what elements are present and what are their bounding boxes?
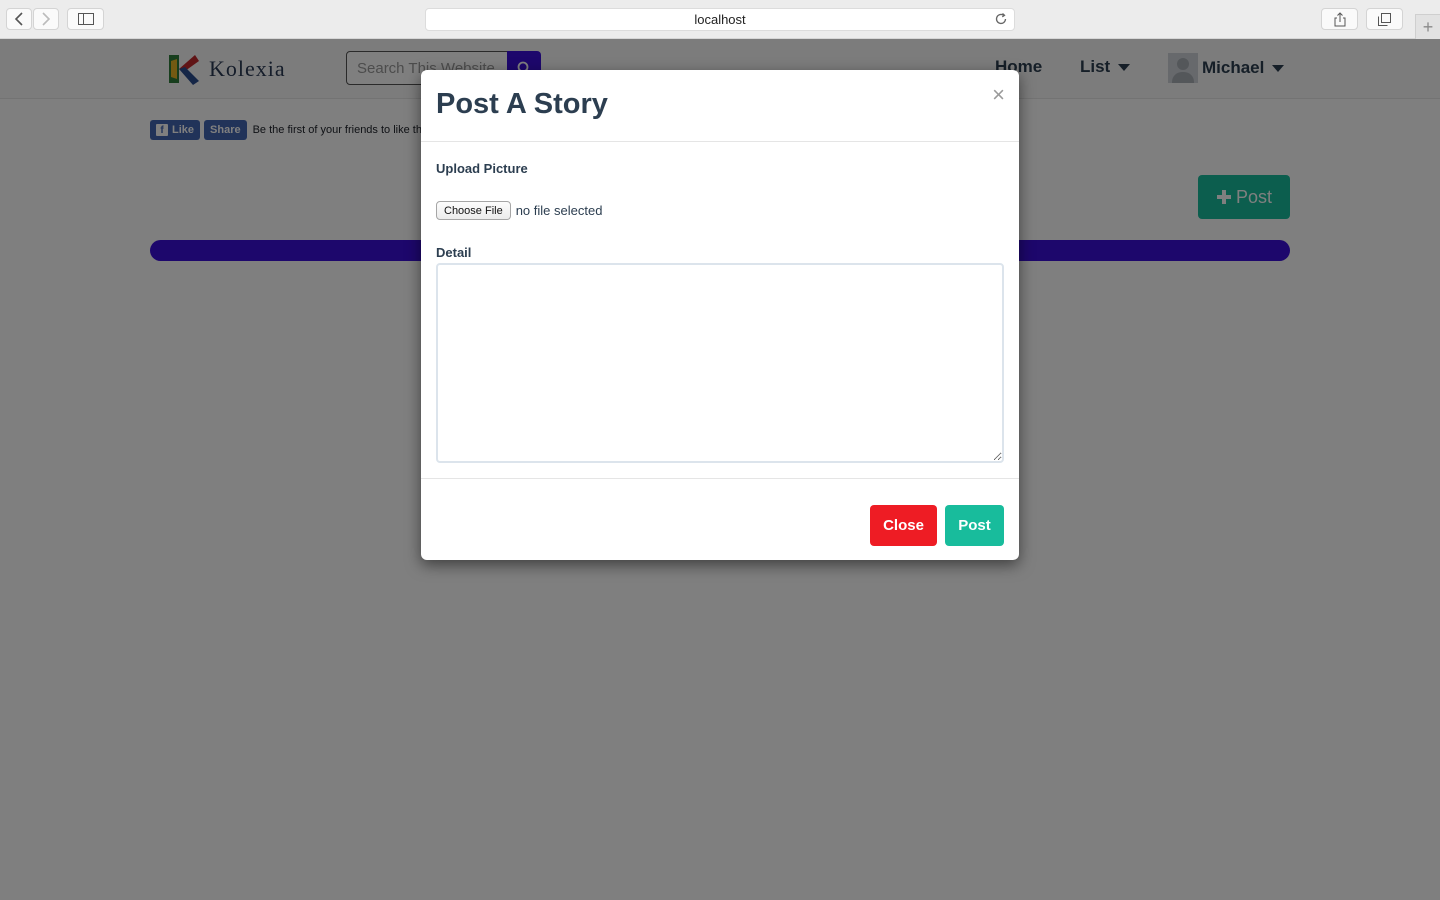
new-tab-button[interactable]: + xyxy=(1415,14,1440,39)
detail-textarea[interactable] xyxy=(436,263,1004,463)
upload-picture-label: Upload Picture xyxy=(436,161,528,176)
sidebar-toggle-button[interactable] xyxy=(67,8,104,30)
show-tabs-button[interactable] xyxy=(1366,8,1403,30)
share-button[interactable] xyxy=(1321,8,1358,30)
plus-icon: + xyxy=(1422,17,1434,37)
address-bar[interactable]: localhost xyxy=(425,8,1015,31)
close-icon[interactable]: × xyxy=(992,84,1005,106)
tabs-icon xyxy=(1378,12,1391,26)
reload-icon[interactable] xyxy=(994,12,1008,26)
url-text: localhost xyxy=(694,12,746,27)
sidebar-icon xyxy=(77,13,94,25)
chevron-left-icon xyxy=(14,12,23,26)
browser-toolbar: localhost + xyxy=(0,0,1440,39)
modal-footer: Close Post xyxy=(421,478,1019,560)
choose-file-button[interactable]: Choose File xyxy=(436,201,511,220)
file-status-text: no file selected xyxy=(515,203,603,218)
close-button[interactable]: Close xyxy=(870,505,937,546)
detail-label: Detail xyxy=(436,245,472,260)
post-story-modal: Post A Story × Upload Picture Choose Fil… xyxy=(421,70,1019,560)
modal-title: Post A Story xyxy=(436,88,608,120)
post-button[interactable]: Post xyxy=(945,505,1004,546)
forward-button[interactable] xyxy=(33,8,59,30)
file-input[interactable]: Choose File no file selected xyxy=(436,201,602,220)
modal-header: Post A Story × xyxy=(421,70,1019,142)
share-icon xyxy=(1334,11,1345,26)
back-button[interactable] xyxy=(6,8,32,30)
chevron-right-icon xyxy=(42,12,51,26)
